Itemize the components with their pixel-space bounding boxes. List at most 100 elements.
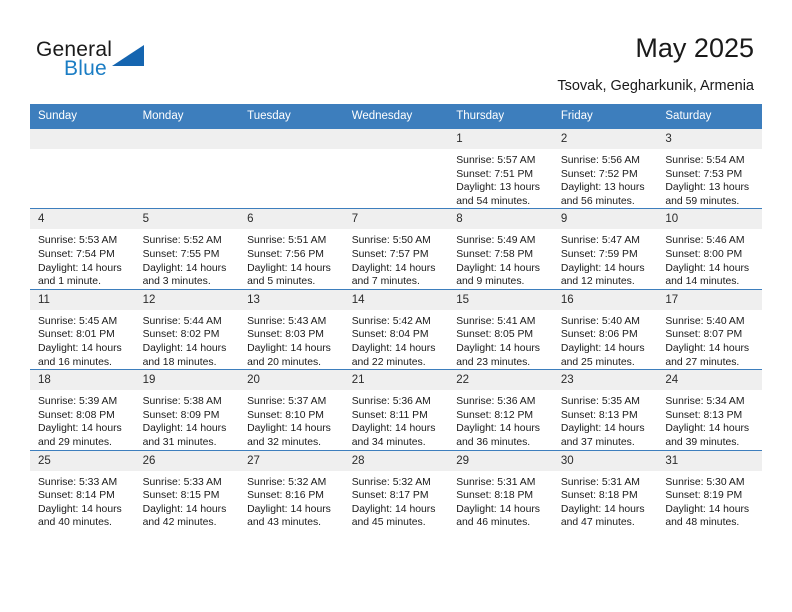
day-details: Sunrise: 5:50 AM Sunset: 7:57 PM Daylight:… [344, 229, 449, 288]
sunrise-text: Sunrise: 5:50 AM [351, 235, 431, 247]
day-number: 18 [30, 370, 135, 391]
calendar-day-cell[interactable]: 28 Sunrise: 5:32 AM Sunset: 8:17 PM Dayligh… [343, 449, 449, 530]
weekday-header-thursday: Thursday [448, 104, 553, 129]
calendar-day-cell[interactable]: 6 Sunrise: 5:51 AM Sunset: 7:56 PM Daylight… [239, 208, 344, 290]
sunrise-text: Sunrise: 5:31 AM [560, 476, 640, 488]
sunset-text: Sunset: 7:55 PM [142, 248, 220, 260]
calendar-day-cell[interactable]: 31 Sunrise: 5:30 AM Sunset: 8:19 PM Dayligh… [657, 449, 762, 530]
daylight-text: Daylight: 14 hours and 23 minutes. [456, 342, 540, 368]
day-number: 1 [448, 129, 553, 149]
calendar-week-row: 4 Sunrise: 5:53 AM Sunset: 7:54 PM Daylight… [30, 208, 762, 290]
calendar-empty-cell [134, 127, 240, 209]
calendar-day-cell[interactable]: 7 Sunrise: 5:50 AM Sunset: 7:57 PM Daylight… [343, 208, 449, 290]
calendar-day-cell[interactable]: 10 Sunrise: 5:46 AM Sunset: 8:00 PM Dayligh… [657, 208, 762, 290]
sunrise-text: Sunrise: 5:53 AM [38, 235, 118, 247]
general-blue-logo[interactable]: General Blue [36, 38, 166, 86]
calendar-day-cell[interactable]: 19 Sunrise: 5:38 AM Sunset: 8:09 PM Dayligh… [134, 369, 240, 450]
sunrise-text: Sunrise: 5:36 AM [456, 396, 536, 408]
day-details: Sunrise: 5:56 AM Sunset: 7:52 PM Daylight:… [553, 149, 658, 208]
calendar-day-cell[interactable]: 26 Sunrise: 5:33 AM Sunset: 8:15 PM Dayligh… [134, 449, 240, 530]
sunset-text: Sunset: 8:19 PM [665, 490, 743, 502]
day-number: 22 [448, 370, 553, 391]
calendar-day-cell[interactable]: 4 Sunrise: 5:53 AM Sunset: 7:54 PM Daylight… [30, 208, 135, 290]
sunset-text: Sunset: 8:18 PM [560, 490, 638, 502]
sunrise-text: Sunrise: 5:51 AM [247, 235, 327, 247]
sunset-text: Sunset: 8:00 PM [665, 248, 743, 260]
sunset-text: Sunset: 8:05 PM [456, 329, 534, 341]
day-details: Sunrise: 5:44 AM Sunset: 8:02 PM Daylight:… [135, 310, 240, 369]
calendar-week-row: 25 Sunrise: 5:33 AM Sunset: 8:14 PM Dayligh… [30, 449, 762, 530]
day-number [134, 129, 240, 149]
sunrise-text: Sunrise: 5:33 AM [38, 476, 118, 488]
daylight-text: Daylight: 13 hours and 54 minutes. [456, 182, 540, 207]
calendar-empty-cell [30, 127, 135, 209]
daylight-text: Daylight: 14 hours and 22 minutes. [351, 342, 436, 368]
weekday-header-friday: Friday [552, 104, 658, 129]
calendar-day-cell[interactable]: 16 Sunrise: 5:40 AM Sunset: 8:06 PM Dayligh… [552, 288, 658, 370]
calendar-day-cell[interactable]: 24 Sunrise: 5:34 AM Sunset: 8:13 PM Dayligh… [657, 369, 762, 450]
day-number: 6 [239, 209, 344, 230]
day-details: Sunrise: 5:40 AM Sunset: 8:06 PM Daylight:… [553, 310, 658, 369]
sunrise-text: Sunrise: 5:57 AM [456, 155, 536, 166]
day-details: Sunrise: 5:41 AM Sunset: 8:05 PM Daylight:… [448, 310, 553, 369]
day-details: Sunrise: 5:46 AM Sunset: 8:00 PM Daylight:… [657, 229, 762, 288]
sunset-text: Sunset: 7:53 PM [665, 168, 743, 180]
day-details: Sunrise: 5:33 AM Sunset: 8:15 PM Daylight:… [135, 471, 240, 530]
day-number: 25 [30, 450, 135, 471]
calendar-day-cell[interactable]: 22 Sunrise: 5:36 AM Sunset: 8:12 PM Dayligh… [448, 369, 553, 450]
calendar-day-cell[interactable]: 29 Sunrise: 5:31 AM Sunset: 8:18 PM Dayligh… [448, 449, 553, 530]
sunset-text: Sunset: 8:01 PM [38, 329, 115, 341]
daylight-text: Daylight: 14 hours and 45 minutes. [351, 503, 436, 529]
day-number: 7 [343, 209, 449, 230]
day-details: Sunrise: 5:32 AM Sunset: 8:16 PM Daylight:… [239, 471, 344, 530]
sunset-text: Sunset: 8:11 PM [351, 409, 428, 421]
calendar-day-cell[interactable]: 1 Sunrise: 5:57 AM Sunset: 7:51 PM Daylight… [448, 127, 553, 209]
calendar-day-cell[interactable]: 13 Sunrise: 5:43 AM Sunset: 8:03 PM Dayligh… [239, 288, 344, 370]
calendar-day-cell[interactable]: 12 Sunrise: 5:44 AM Sunset: 8:02 PM Dayligh… [134, 288, 240, 370]
calendar-day-cell[interactable]: 17 Sunrise: 5:40 AM Sunset: 8:07 PM Dayligh… [657, 288, 762, 370]
page-subtitle: Tsovak, Gegharkunik, Armenia [557, 78, 754, 94]
day-details: Sunrise: 5:30 AM Sunset: 8:19 PM Daylight:… [657, 471, 762, 530]
sunset-text: Sunset: 8:14 PM [38, 490, 115, 502]
calendar-day-cell[interactable]: 27 Sunrise: 5:32 AM Sunset: 8:16 PM Dayligh… [239, 449, 344, 530]
calendar-day-cell[interactable]: 5 Sunrise: 5:52 AM Sunset: 7:55 PM Daylight… [134, 208, 240, 290]
calendar-day-cell[interactable]: 25 Sunrise: 5:33 AM Sunset: 8:14 PM Dayligh… [30, 449, 135, 530]
calendar-day-cell[interactable]: 30 Sunrise: 5:31 AM Sunset: 8:18 PM Dayligh… [552, 449, 658, 530]
daylight-text: Daylight: 14 hours and 5 minutes. [247, 262, 331, 288]
sunrise-text: Sunrise: 5:40 AM [665, 315, 745, 327]
daylight-text: Daylight: 14 hours and 25 minutes. [560, 342, 645, 368]
sunrise-text: Sunrise: 5:56 AM [560, 155, 640, 166]
weekday-header-sunday: Sunday [30, 104, 135, 129]
sunrise-text: Sunrise: 5:37 AM [247, 396, 327, 408]
weekday-header-tuesday: Tuesday [239, 104, 344, 129]
sunset-text: Sunset: 7:54 PM [38, 248, 115, 260]
calendar-day-cell[interactable]: 15 Sunrise: 5:41 AM Sunset: 8:05 PM Dayligh… [448, 288, 553, 370]
calendar-day-cell[interactable]: 2 Sunrise: 5:56 AM Sunset: 7:52 PM Daylight… [552, 127, 658, 209]
calendar-empty-cell [343, 127, 449, 209]
day-details: Sunrise: 5:42 AM Sunset: 8:04 PM Daylight:… [344, 310, 449, 369]
day-number: 26 [134, 450, 240, 471]
sunrise-text: Sunrise: 5:38 AM [142, 396, 222, 408]
calendar-day-cell[interactable]: 23 Sunrise: 5:35 AM Sunset: 8:13 PM Dayligh… [552, 369, 658, 450]
day-number: 14 [343, 289, 449, 310]
sunset-text: Sunset: 7:51 PM [456, 168, 534, 180]
calendar-day-cell[interactable]: 18 Sunrise: 5:39 AM Sunset: 8:08 PM Dayligh… [30, 369, 135, 450]
calendar-day-cell[interactable]: 14 Sunrise: 5:42 AM Sunset: 8:04 PM Dayligh… [343, 288, 449, 370]
day-number: 17 [657, 289, 762, 310]
daylight-text: Daylight: 14 hours and 36 minutes. [456, 423, 540, 448]
calendar-day-cell[interactable]: 21 Sunrise: 5:36 AM Sunset: 8:11 PM Dayligh… [343, 369, 449, 450]
sunrise-text: Sunrise: 5:44 AM [142, 315, 222, 327]
calendar-day-cell[interactable]: 20 Sunrise: 5:37 AM Sunset: 8:10 PM Dayligh… [239, 369, 344, 450]
sunrise-text: Sunrise: 5:46 AM [665, 235, 745, 247]
day-details: Sunrise: 5:34 AM Sunset: 8:13 PM Daylight:… [657, 390, 762, 449]
sunset-text: Sunset: 8:12 PM [456, 409, 534, 421]
day-number: 29 [448, 450, 553, 471]
daylight-text: Daylight: 14 hours and 37 minutes. [560, 423, 645, 448]
sunrise-text: Sunrise: 5:32 AM [351, 476, 431, 488]
day-number: 15 [448, 289, 553, 310]
calendar-week-row: 18 Sunrise: 5:39 AM Sunset: 8:08 PM Dayligh… [30, 369, 762, 450]
calendar-day-cell[interactable]: 8 Sunrise: 5:49 AM Sunset: 7:58 PM Daylight… [448, 208, 553, 290]
calendar-day-cell[interactable]: 3 Sunrise: 5:54 AM Sunset: 7:53 PM Daylight… [657, 127, 762, 209]
calendar-day-cell[interactable]: 11 Sunrise: 5:45 AM Sunset: 8:01 PM Dayligh… [30, 288, 135, 370]
calendar-day-cell[interactable]: 9 Sunrise: 5:47 AM Sunset: 7:59 PM Daylight… [552, 208, 658, 290]
